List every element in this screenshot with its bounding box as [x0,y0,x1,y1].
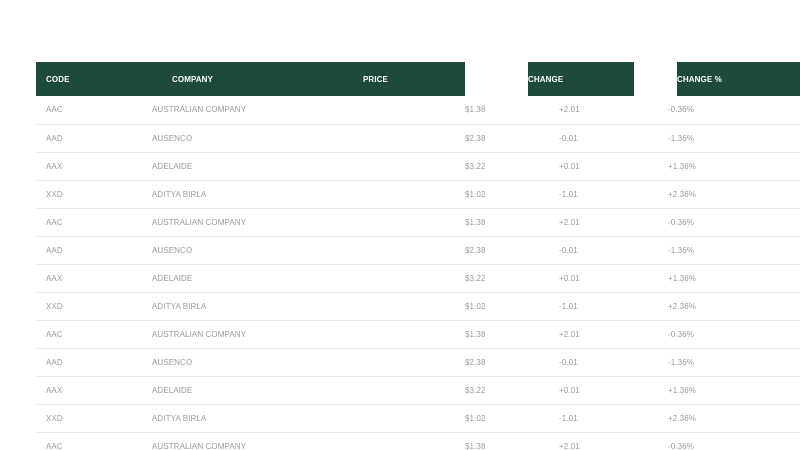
cell-code: XXD [46,413,63,423]
cell-code: AAC [46,329,63,339]
cell-company: ADITYA BIRLA [152,301,207,311]
cell-change: +0.01 [559,385,580,395]
cell-change-pct: +1.36% [668,161,696,171]
cell-change: +0.01 [559,273,580,283]
column-header-company[interactable]: COMPANY [142,62,363,96]
cell-price: $2.38 [465,245,486,255]
page: CODE COMPANY PRICE CHANGE CHANGE % AAC AU… [0,0,800,450]
table-row[interactable]: AAD AUSENCO $2.38 -0.01 -1.36% [36,236,800,264]
table-row[interactable]: AAC AUSTRALIAN COMPANY $1.38 +2.01 -0.36% [36,96,800,124]
table-row[interactable]: AAX ADELAIDE $3.22 +0.01 +1.36% [36,152,800,180]
cell-change: +2.01 [559,217,580,227]
table-row[interactable]: XXD ADITYA BIRLA $1.02 -1.01 +2.36% [36,404,800,432]
table-row[interactable]: AAD AUSENCO $2.38 -0.01 -1.36% [36,348,800,376]
cell-change: +2.01 [559,105,580,115]
cell-code: XXD [46,301,63,311]
cell-change: -1.01 [559,301,578,311]
column-header-price[interactable]: PRICE [363,62,465,96]
table-body: AAC AUSTRALIAN COMPANY $1.38 +2.01 -0.36% AAD… [36,96,800,450]
column-header-change-pct[interactable]: CHANGE % [677,62,800,96]
cell-change: -0.01 [559,133,578,143]
cell-price: $1.38 [465,105,486,115]
column-header-change[interactable]: CHANGE [528,62,634,96]
cell-change-pct: -0.36% [668,329,694,339]
table-row[interactable]: AAC AUSTRALIAN COMPANY $1.38 +2.01 -0.36% [36,432,800,450]
cell-company: ADELAIDE [152,161,193,171]
cell-company: ADELAIDE [152,385,193,395]
cell-change-pct: -1.36% [668,357,694,367]
cell-company: ADELAIDE [152,273,193,283]
cell-change: -1.01 [559,413,578,423]
cell-price: $1.38 [465,217,486,227]
cell-change-pct: -0.36% [668,105,694,115]
cell-code: AAX [46,161,63,171]
cell-code: AAD [46,133,63,143]
cell-company: AUSTRALIAN COMPANY [152,105,247,115]
cell-change-pct: +2.36% [668,301,696,311]
cell-code: AAX [46,385,63,395]
cell-change-pct: +2.36% [668,189,696,199]
cell-code: XXD [46,189,63,199]
cell-change: -0.01 [559,357,578,367]
cell-change-pct: +2.36% [668,413,696,423]
cell-company: AUSENCO [152,245,193,255]
cell-change: -1.01 [559,189,578,199]
cell-change-pct: -0.36% [668,441,694,450]
cell-change-pct: -1.36% [668,245,694,255]
cell-change: +2.01 [559,329,580,339]
cell-change: +0.01 [559,161,580,171]
cell-code: AAD [46,357,63,367]
cell-price: $1.02 [465,189,486,199]
cell-code: AAX [46,273,63,283]
table-row[interactable]: XXD ADITYA BIRLA $1.02 -1.01 +2.36% [36,180,800,208]
table-row[interactable]: AAC AUSTRALIAN COMPANY $1.38 +2.01 -0.36% [36,208,800,236]
cell-price: $3.22 [465,385,486,395]
cell-code: AAC [46,217,63,227]
stock-table-container: CODE COMPANY PRICE CHANGE CHANGE % AAC AU… [36,62,800,450]
cell-price: $1.02 [465,301,486,311]
stock-table: CODE COMPANY PRICE CHANGE CHANGE % AAC AU… [36,62,800,450]
cell-price: $3.22 [465,161,486,171]
cell-company: AUSENCO [152,357,193,367]
cell-price: $2.38 [465,133,486,143]
cell-change-pct: +1.36% [668,273,696,283]
cell-price: $1.38 [465,329,486,339]
cell-change-pct: -0.36% [668,217,694,227]
cell-code: AAC [46,441,63,450]
cell-price: $2.38 [465,357,486,367]
cell-company: AUSENCO [152,133,193,143]
cell-code: AAD [46,245,63,255]
cell-code: AAC [46,105,63,115]
cell-company: ADITYA BIRLA [152,189,207,199]
cell-company: AUSTRALIAN COMPANY [152,329,247,339]
cell-company: ADITYA BIRLA [152,413,207,423]
cell-company: AUSTRALIAN COMPANY [152,441,247,450]
cell-change-pct: -1.36% [668,133,694,143]
table-row[interactable]: AAX ADELAIDE $3.22 +0.01 +1.36% [36,264,800,292]
table-header: CODE COMPANY PRICE CHANGE CHANGE % [36,62,800,96]
column-header-code[interactable]: CODE [36,62,142,96]
cell-change-pct: +1.36% [668,385,696,395]
cell-price: $1.38 [465,441,486,450]
column-header-company-label: COMPANY [172,74,213,84]
cell-price: $1.02 [465,413,486,423]
cell-price: $3.22 [465,273,486,283]
table-row[interactable]: AAC AUSTRALIAN COMPANY $1.38 +2.01 -0.36% [36,320,800,348]
cell-company: AUSTRALIAN COMPANY [152,217,247,227]
cell-change: -0.01 [559,245,578,255]
table-row[interactable]: AAD AUSENCO $2.38 -0.01 -1.36% [36,124,800,152]
table-header-row: CODE COMPANY PRICE CHANGE CHANGE % [36,62,800,96]
table-row[interactable]: AAX ADELAIDE $3.22 +0.01 +1.36% [36,376,800,404]
cell-change: +2.01 [559,441,580,450]
table-row[interactable]: XXD ADITYA BIRLA $1.02 -1.01 +2.36% [36,292,800,320]
